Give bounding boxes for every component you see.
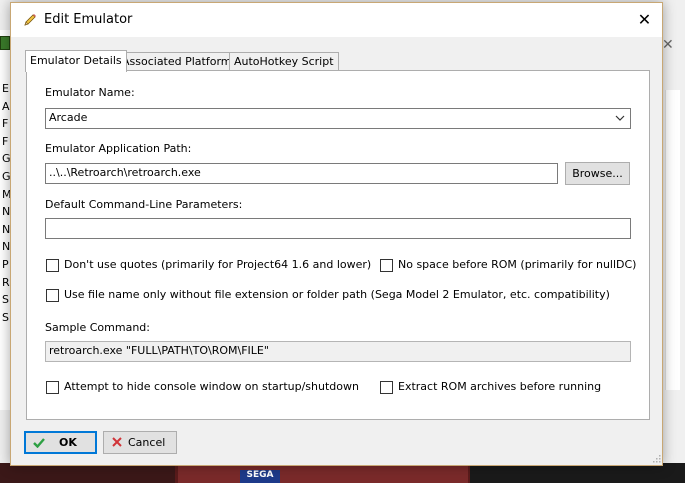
hide-console-label[interactable]: Attempt to hide console window on startu…	[64, 380, 359, 393]
app-path-value: ..\..\Retroarch\retroarch.exe	[49, 166, 201, 179]
background-close-icon: ✕	[662, 37, 674, 53]
sample-command-label: Sample Command:	[45, 321, 150, 334]
cancel-button[interactable]: Cancel	[103, 431, 177, 454]
chevron-down-icon	[615, 115, 625, 121]
x-icon	[112, 437, 122, 447]
resize-grip-icon[interactable]	[651, 453, 661, 463]
emulator-name-combobox[interactable]: Arcade	[45, 108, 631, 129]
tab-associated-platforms[interactable]: Associated Platforms	[117, 52, 243, 71]
background-app-icon	[0, 36, 10, 50]
browse-button[interactable]: Browse...	[565, 162, 630, 185]
edit-emulator-dialog: Edit Emulator ✕ Emulator Details Associa…	[10, 2, 663, 466]
filename-only-checkbox[interactable]	[46, 289, 59, 302]
pencil-icon	[24, 14, 36, 26]
no-space-label[interactable]: No space before ROM (primarily for nullD…	[398, 258, 636, 271]
close-button[interactable]: ✕	[627, 3, 662, 37]
hide-console-checkbox[interactable]	[46, 381, 59, 394]
dialog-title: Edit Emulator	[44, 12, 133, 27]
background-scrollbar	[665, 90, 680, 390]
tab-emulator-details[interactable]: Emulator Details	[25, 50, 127, 72]
sample-command-field: retroarch.exe "FULL\PATH\TO\ROM\FILE"	[45, 341, 631, 362]
no-space-checkbox[interactable]	[380, 259, 393, 272]
background-image-tile	[0, 463, 175, 483]
cmdline-params-label: Default Command-Line Parameters:	[45, 198, 243, 211]
ok-button[interactable]: OK	[24, 431, 97, 454]
emulator-name-label: Emulator Name:	[45, 86, 135, 99]
app-path-input[interactable]: ..\..\Retroarch\retroarch.exe	[45, 163, 558, 184]
background-sega-logo: SEGA	[240, 470, 280, 483]
emulator-name-value: Arcade	[49, 111, 88, 124]
cmdline-params-input[interactable]	[45, 218, 631, 239]
extract-rom-checkbox[interactable]	[380, 381, 393, 394]
tab-autohotkey-script[interactable]: AutoHotkey Script	[229, 52, 339, 71]
checkmark-icon	[33, 438, 45, 448]
title-bar[interactable]: Edit Emulator ✕	[11, 3, 662, 37]
background-image-tile	[178, 463, 468, 483]
sample-command-value: retroarch.exe "FULL\PATH\TO\ROM\FILE"	[49, 344, 269, 357]
extract-rom-label[interactable]: Extract ROM archives before running	[398, 380, 601, 393]
cancel-label: Cancel	[128, 436, 166, 449]
app-path-label: Emulator Application Path:	[45, 142, 192, 155]
filename-only-label[interactable]: Use file name only without file extensio…	[64, 288, 610, 301]
background-image-tile	[470, 463, 685, 483]
ok-label: OK	[59, 436, 77, 449]
no-quotes-checkbox[interactable]	[46, 259, 59, 272]
no-quotes-label[interactable]: Don't use quotes (primarily for Project6…	[64, 258, 371, 271]
